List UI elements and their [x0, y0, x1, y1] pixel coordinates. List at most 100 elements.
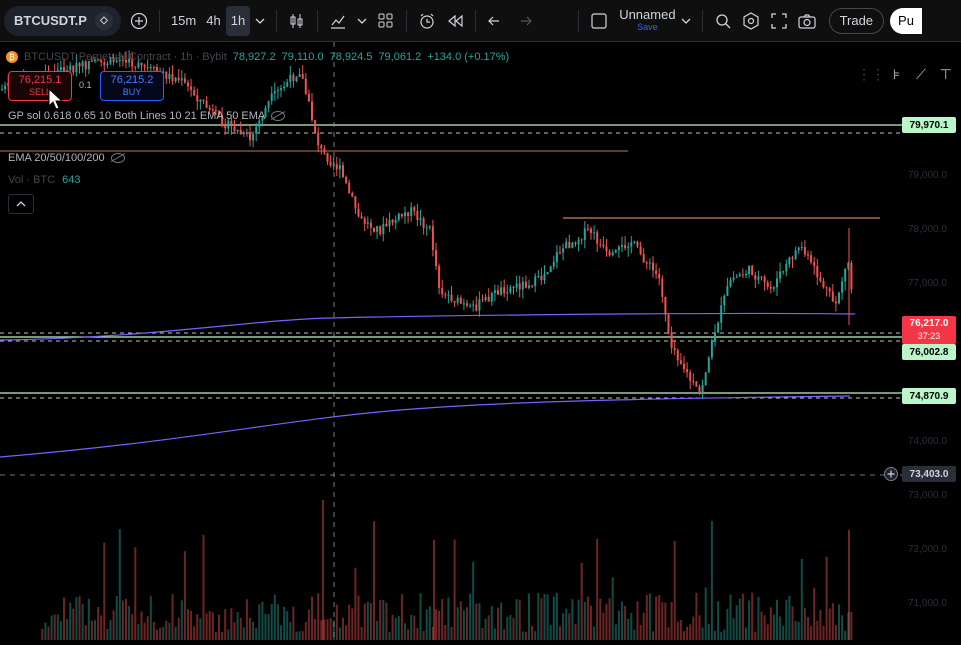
- add-symbol-icon[interactable]: [125, 6, 153, 36]
- volume-bar: [252, 621, 255, 640]
- drag-handle-icon[interactable]: ⋮⋮: [857, 63, 885, 85]
- candle-body: [586, 228, 589, 230]
- indicator-legend-gp[interactable]: GP sol 0.618 0.65 10 Both Lines 10 21 EM…: [8, 110, 286, 122]
- timeframe-15m[interactable]: 15m: [166, 6, 201, 36]
- chart-pane[interactable]: 79,000.0 78,000.0 77,000.0 74,000.0 73,000.0…: [0, 42, 961, 640]
- layout-checkbox-icon[interactable]: [585, 6, 613, 36]
- publish-button[interactable]: Pu: [890, 7, 922, 34]
- buy-price: 76,215.2: [110, 74, 154, 86]
- candle-body: [348, 182, 351, 193]
- indicators-dropdown-icon[interactable]: [352, 6, 372, 36]
- volume-bar: [227, 629, 230, 640]
- candle-body: [466, 303, 468, 306]
- candle-body: [503, 287, 506, 294]
- candle-body: [642, 254, 645, 263]
- volume-bar: [571, 599, 574, 640]
- fullscreen-icon[interactable]: [765, 6, 793, 36]
- volume-legend[interactable]: Vol · BTC 643: [8, 174, 81, 186]
- alert-clock-icon[interactable]: [413, 6, 441, 36]
- candle-body: [500, 287, 503, 295]
- candle-body: [652, 262, 654, 271]
- trendline-tool-icon[interactable]: ⟋: [911, 63, 932, 85]
- replay-icon[interactable]: [441, 6, 469, 36]
- candle-body: [205, 100, 208, 108]
- candles-chart-type-icon[interactable]: [283, 6, 311, 36]
- trade-button[interactable]: Trade: [828, 7, 885, 34]
- layout-name-button[interactable]: Unnamed Save: [619, 8, 675, 34]
- volume-bar: [478, 603, 481, 640]
- eye-hidden-icon[interactable]: [110, 153, 125, 164]
- volume-bar: [741, 593, 744, 640]
- chart-canvas[interactable]: 79,000.0 78,000.0 77,000.0 74,000.0 73,000.0…: [0, 42, 961, 640]
- symbol-search-button[interactable]: BTCUSDT.P ◇: [4, 5, 121, 36]
- camera-snapshot-icon[interactable]: [793, 6, 821, 36]
- volume-bar: [283, 606, 286, 640]
- candle-body: [621, 245, 623, 247]
- buy-button[interactable]: 76,215.2 BUY: [100, 71, 164, 101]
- top-toolbar: BTCUSDT.P ◇ 15m 4h 1h Unnamed Save Trade…: [0, 0, 961, 42]
- volume-bar: [766, 624, 769, 640]
- candle-body: [168, 73, 171, 79]
- volume-bar: [714, 630, 716, 640]
- settings-gear-icon[interactable]: [737, 6, 765, 36]
- volume-bar: [379, 600, 382, 640]
- add-alert-plus-icon[interactable]: [883, 466, 899, 482]
- volume-bar: [748, 600, 751, 640]
- candle-body: [627, 246, 630, 249]
- candle-body: [636, 241, 639, 247]
- candle-body: [180, 78, 183, 81]
- eye-hidden-icon[interactable]: [271, 111, 286, 122]
- candle-body: [751, 265, 754, 276]
- candle-body: [574, 242, 577, 245]
- volume-bar: [497, 607, 499, 640]
- volume-bar: [357, 595, 360, 640]
- candle-body: [224, 126, 227, 129]
- diamond-icon[interactable]: ◇: [94, 11, 113, 30]
- volume-bar: [131, 614, 134, 640]
- layout-dropdown-icon[interactable]: [676, 6, 696, 36]
- indicator-legend-ema[interactable]: EMA 20/50/100/200: [8, 152, 125, 164]
- volume-bar: [199, 618, 202, 640]
- quick-search-icon[interactable]: [709, 6, 737, 36]
- volume-bar: [190, 610, 193, 640]
- candle-body: [816, 266, 819, 278]
- volume-bar: [822, 626, 825, 640]
- fib-tool-icon[interactable]: ⊧: [886, 63, 907, 85]
- indicators-icon[interactable]: [324, 6, 352, 36]
- symbol-name: BTCUSDT.P: [14, 13, 87, 28]
- candle-body: [431, 226, 434, 251]
- candle-body: [373, 227, 375, 232]
- candle-body: [252, 133, 255, 141]
- undo-icon[interactable]: [482, 6, 510, 36]
- candle-body: [720, 305, 723, 323]
- volume-bar: [369, 602, 372, 640]
- volume-bar: [425, 609, 428, 640]
- volume-bar: [224, 609, 227, 640]
- price-axis-tick: 71,000.0: [908, 598, 947, 609]
- measure-tool-icon[interactable]: ⊤: [935, 63, 956, 85]
- volume-bar: [394, 617, 397, 640]
- candle-body: [450, 294, 453, 301]
- candle-body: [369, 222, 372, 228]
- chevron-down-icon[interactable]: [250, 6, 270, 36]
- timeframe-4h[interactable]: 4h: [201, 6, 225, 36]
- volume-bar: [87, 598, 90, 640]
- candle-body: [338, 165, 341, 170]
- candle-body: [469, 305, 472, 307]
- volume-bar: [66, 619, 69, 640]
- volume-bar: [701, 627, 704, 640]
- candle-body: [844, 268, 847, 282]
- volume-bar: [174, 626, 177, 640]
- candle-body: [599, 243, 602, 245]
- redo-icon[interactable]: [510, 6, 538, 36]
- candle-body: [391, 220, 394, 223]
- buy-label: BUY: [122, 87, 142, 97]
- volume-bar: [469, 593, 472, 640]
- templates-grid-icon[interactable]: [372, 6, 400, 36]
- candle-body: [788, 257, 791, 265]
- volume-bar: [686, 626, 689, 640]
- timeframe-1h[interactable]: 1h: [225, 5, 251, 36]
- candle-body: [738, 274, 741, 277]
- symbol-title[interactable]: BTCUSDT Perpetual Contract · 1h · Bybit: [24, 51, 227, 63]
- collapse-legend-button[interactable]: [8, 194, 34, 214]
